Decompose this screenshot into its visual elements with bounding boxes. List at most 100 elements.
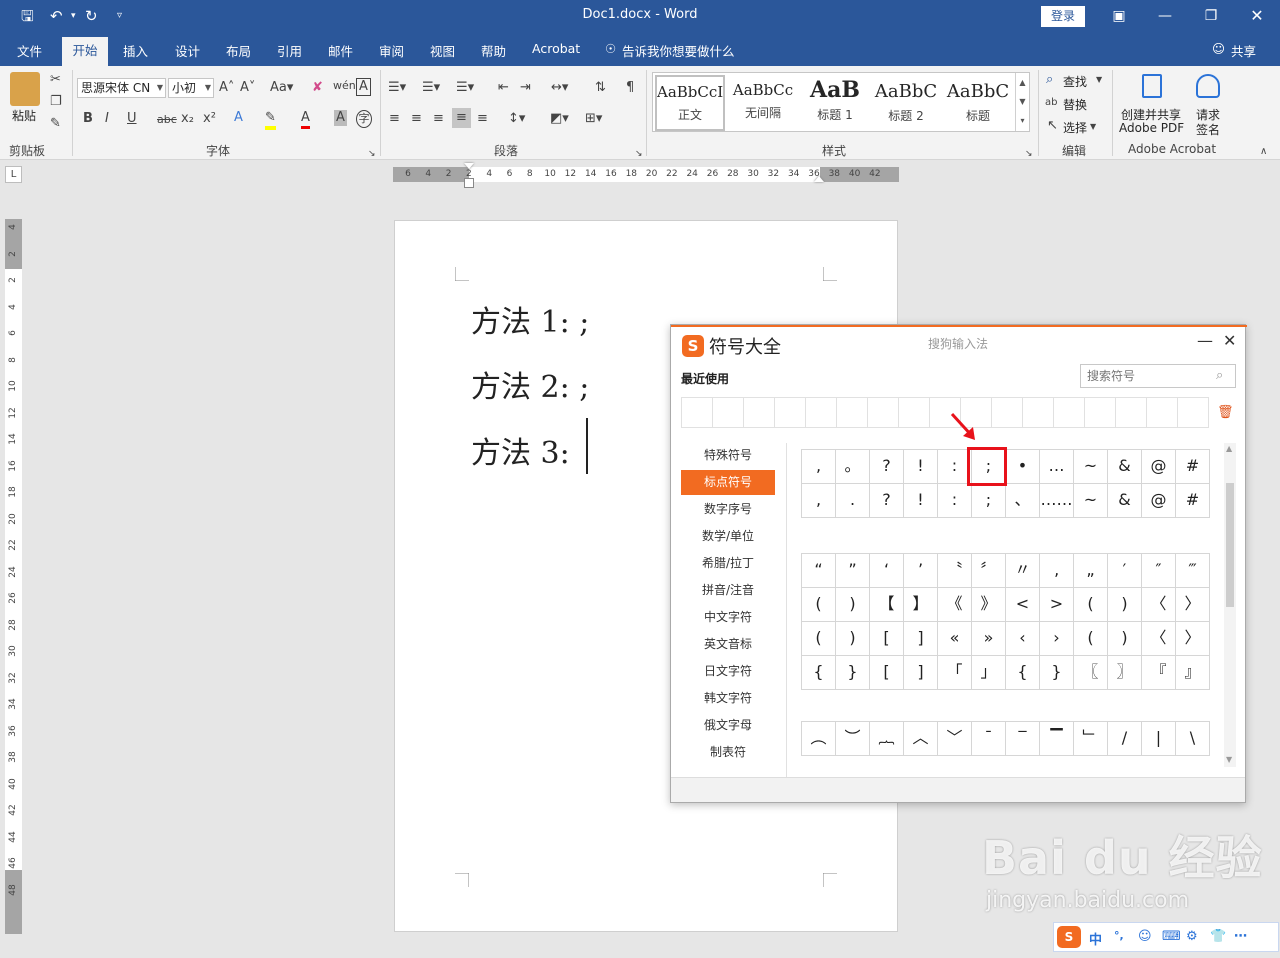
symbol-cell[interactable]: } [1040, 656, 1074, 690]
symbol-cell[interactable]: 〈 [1142, 622, 1176, 656]
category-item[interactable]: 制表符 [681, 740, 775, 765]
tab-help[interactable]: 帮助 [481, 41, 506, 60]
sogou-logo-icon[interactable]: S [1057, 926, 1081, 948]
tab-insert[interactable]: 插入 [123, 41, 148, 60]
char-shading-icon[interactable]: A [334, 110, 347, 126]
recent-symbol-cell[interactable] [775, 398, 806, 427]
symbol-cell[interactable]: ‾ [1006, 722, 1040, 756]
symbol-cell[interactable]: ? [870, 484, 904, 518]
symbol-cell[interactable]: 〃 [1006, 554, 1040, 588]
symbol-cell[interactable]: ˉ [972, 722, 1006, 756]
symbol-cell[interactable]: , [802, 450, 836, 484]
category-item[interactable]: 特殊符号 [681, 443, 775, 468]
borders-icon[interactable]: ⊞▾ [585, 111, 602, 127]
multilevel-list-icon[interactable]: ☰▾ [456, 80, 474, 96]
ime-skin-icon[interactable]: 👕 [1210, 929, 1226, 944]
search-icon[interactable]: ⌕ [1216, 368, 1223, 383]
tab-layout[interactable]: 布局 [226, 41, 251, 60]
symbol-cell[interactable]: 、 [1006, 484, 1040, 518]
create-pdf-label-2[interactable]: Adobe PDF [1119, 121, 1184, 135]
symbol-cell[interactable]: ‴ [1176, 554, 1210, 588]
symbol-cell[interactable]: # [1176, 450, 1210, 484]
increase-indent-icon[interactable]: ⇥ [520, 80, 531, 96]
text-effects-icon[interactable]: A [234, 110, 243, 126]
symbol-cell[interactable]: ” [836, 554, 870, 588]
symbol-cell[interactable]: ! [904, 450, 938, 484]
category-item[interactable]: 希腊/拉丁 [681, 551, 775, 576]
symbol-cell[interactable]: ] [904, 622, 938, 656]
symbol-cell[interactable]: „ [1074, 554, 1108, 588]
ime-chinese-mode[interactable]: 中 [1089, 929, 1102, 948]
symbol-cell[interactable]: ︵ [802, 722, 836, 756]
symbol-cell[interactable]: ~ [1074, 484, 1108, 518]
replace-button[interactable]: 替换 [1063, 96, 1087, 113]
symbol-cell[interactable]: 〈 [1142, 588, 1176, 622]
symbol-cell[interactable]: # [1176, 484, 1210, 518]
symbol-cell[interactable]: 』 [1176, 656, 1210, 690]
trash-icon[interactable]: 🗑 [1217, 405, 1234, 420]
minimize-icon[interactable]: — [1150, 4, 1180, 28]
ime-punctuation[interactable]: °, [1114, 929, 1124, 942]
ime-emoji-icon[interactable]: ☺ [1138, 929, 1152, 944]
scroll-down-icon[interactable]: ▼ [1226, 755, 1232, 764]
symbol-cell[interactable]: ( [1074, 588, 1108, 622]
left-indent-marker[interactable] [464, 178, 474, 188]
recent-symbol-cell[interactable] [1085, 398, 1116, 427]
recent-symbol-cell[interactable] [837, 398, 868, 427]
ime-settings-icon[interactable]: ⚙ [1186, 929, 1198, 944]
recent-symbol-cell[interactable] [992, 398, 1023, 427]
first-line-indent-marker[interactable] [464, 163, 474, 169]
symbol-cell[interactable]: … [1040, 450, 1074, 484]
align-center-icon[interactable]: ≡ [411, 111, 422, 127]
symbol-cell[interactable]: \ [1176, 722, 1210, 756]
decrease-indent-icon[interactable]: ⇤ [498, 80, 509, 96]
tab-view[interactable]: 视图 [430, 41, 455, 60]
symbol-search-input[interactable] [1080, 364, 1236, 388]
category-item[interactable]: 数字序号 [681, 497, 775, 522]
symbol-cell[interactable]: ? [870, 450, 904, 484]
symbol-cell[interactable]: [ [870, 656, 904, 690]
symbol-cell[interactable]: ) [1108, 588, 1142, 622]
ime-more-icon[interactable]: ⋯ [1234, 929, 1247, 944]
create-pdf-icon[interactable] [1142, 74, 1162, 98]
symbol-cell[interactable]: 〞 [972, 554, 1006, 588]
category-item[interactable]: 拼音/注音 [681, 578, 775, 603]
symbol-cell[interactable]: 」 [972, 656, 1006, 690]
recent-symbol-cell[interactable] [1054, 398, 1085, 427]
symbol-cell[interactable]: ~ [1074, 450, 1108, 484]
tab-mailings[interactable]: 邮件 [328, 41, 353, 60]
symbol-cell[interactable]: • [1006, 450, 1040, 484]
recent-symbol-cell[interactable] [1023, 398, 1054, 427]
show-marks-icon[interactable]: ¶ [626, 80, 634, 96]
font-color-icon[interactable]: A [301, 110, 310, 129]
symbol-cell[interactable]: “ [802, 554, 836, 588]
char-border-icon[interactable]: A [356, 78, 371, 96]
symbol-cell[interactable]: ″ [1142, 554, 1176, 588]
enclose-char-icon[interactable]: 字 [356, 110, 372, 128]
symbol-cell[interactable]: 〝 [938, 554, 972, 588]
symbol-cell[interactable]: « [938, 622, 972, 656]
symbol-cell[interactable]: ‘ [870, 554, 904, 588]
symbol-cell[interactable]: ! [904, 484, 938, 518]
symbol-cell[interactable]: { [1006, 656, 1040, 690]
symbol-cell[interactable]: 「 [938, 656, 972, 690]
symbol-cell[interactable]: ] [904, 656, 938, 690]
shrink-font-icon[interactable]: A˅ [240, 80, 255, 96]
justify-icon[interactable]: ≡ [452, 108, 471, 128]
document-line-1[interactable]: 方法 1: ; [471, 297, 589, 341]
document-line-3[interactable]: 方法 3: [471, 428, 570, 472]
category-item[interactable]: 韩文字符 [681, 686, 775, 711]
tab-file[interactable]: 文件 [17, 41, 42, 60]
numbering-icon[interactable]: ☰▾ [422, 80, 440, 96]
document-line-2[interactable]: 方法 2: ; [471, 362, 589, 406]
symbol-cell[interactable]: » [972, 622, 1006, 656]
dialog-launcher-icon[interactable]: ↘ [635, 146, 643, 162]
symbol-cell[interactable]: ﹂ [1074, 722, 1108, 756]
recent-symbol-cell[interactable] [744, 398, 775, 427]
symbol-cell[interactable]: & [1108, 450, 1142, 484]
bold-icon[interactable]: B [83, 111, 93, 127]
recent-symbol-cell[interactable] [899, 398, 930, 427]
align-right-icon[interactable]: ≡ [433, 111, 444, 127]
tab-review[interactable]: 审阅 [379, 41, 404, 60]
symbol-cell[interactable]: ; [972, 484, 1006, 518]
